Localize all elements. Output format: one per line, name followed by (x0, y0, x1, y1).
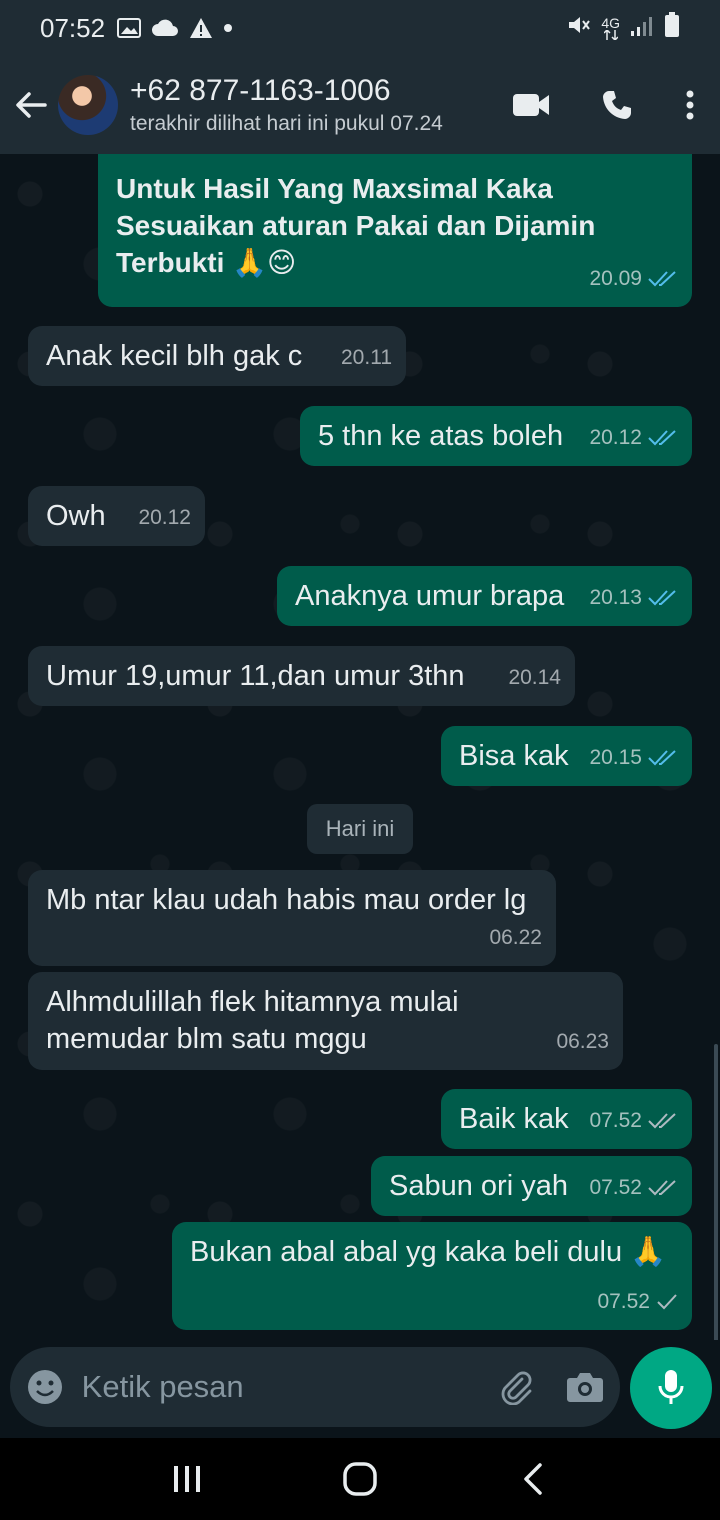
message-bubble-outgoing[interactable]: Bisa kak 20.15 (441, 726, 692, 786)
message-time: 20.15 (589, 746, 642, 769)
more-menu-icon (686, 90, 694, 120)
message-text: Mb ntar klau udah habis mau order lg (46, 884, 527, 916)
message-composer (10, 1347, 620, 1427)
message-time: 06.22 (489, 926, 542, 949)
message-text: Anak kecil blh gak c (46, 340, 303, 372)
mute-icon (565, 13, 591, 44)
message-time: 20.12 (589, 426, 642, 449)
message-time: 20.13 (589, 586, 642, 609)
signal-icon (630, 13, 654, 44)
video-call-button[interactable] (488, 56, 574, 154)
message-bubble-incoming[interactable]: Mb ntar klau udah habis mau order lg 06.… (28, 870, 556, 966)
dot-icon (223, 23, 233, 33)
attach-icon (501, 1371, 531, 1405)
warning-icon (189, 17, 213, 39)
message-bubble-outgoing[interactable]: Untuk Hasil Yang Maxsimal Kaka Sesuaikan… (98, 154, 692, 307)
message-time: 20.11 (341, 346, 392, 369)
double-check-read-icon (648, 429, 678, 447)
message-bubble-outgoing[interactable]: Baik kak 07.52 (441, 1089, 692, 1149)
message-text: Alhmdulillah flek hitamnya mulai memudar… (46, 986, 459, 1055)
battery-icon (664, 11, 680, 45)
message-bubble-incoming[interactable]: Alhmdulillah flek hitamnya mulai memudar… (28, 972, 623, 1070)
home-button[interactable] (300, 1438, 420, 1520)
message-time: 20.12 (138, 506, 191, 529)
camera-button[interactable] (550, 1347, 620, 1427)
video-call-icon (513, 94, 549, 116)
network-4g-icon: 4G (601, 16, 620, 40)
message-bubble-incoming[interactable]: Owh 20.12 (28, 486, 205, 546)
last-seen-status: terakhir dilihat hari ini pukul 07.24 (130, 112, 443, 135)
date-divider: Hari ini (307, 804, 413, 854)
avatar[interactable] (58, 75, 118, 135)
message-time: 20.09 (589, 267, 642, 290)
double-check-read-icon (648, 270, 678, 288)
message-text: Umur 19,umur 11,dan umur 3thn (46, 660, 465, 692)
message-bubble-incoming[interactable]: Umur 19,umur 11,dan umur 3thn 20.14 (28, 646, 575, 706)
voice-message-button[interactable] (630, 1347, 712, 1429)
contact-info[interactable]: +62 877-1163-1006 terakhir dilihat hari … (130, 74, 443, 136)
message-time: 06.23 (556, 1030, 609, 1053)
back-button[interactable] (4, 56, 58, 154)
back-nav-button[interactable] (473, 1438, 593, 1520)
double-check-read-icon (648, 589, 678, 607)
camera-icon (567, 1373, 604, 1402)
chat-area[interactable]: Untuk Hasil Yang Maxsimal Kaka Sesuaikan… (0, 154, 720, 1340)
status-bar: 07:52 4G (0, 0, 720, 56)
home-icon (343, 1462, 377, 1496)
arrow-left-icon (16, 92, 47, 118)
cloud-icon (151, 19, 179, 37)
more-menu-button[interactable] (660, 56, 720, 154)
status-time: 07:52 (40, 12, 106, 43)
message-time: 07.52 (589, 1109, 642, 1132)
message-input[interactable] (79, 1347, 481, 1427)
message-time: 07.52 (589, 1176, 642, 1199)
message-bubble-outgoing[interactable]: Anaknya umur brapa 20.13 (277, 566, 692, 626)
message-bubble-outgoing[interactable]: Bukan abal abal yg kaka beli dulu 🙏 07.5… (172, 1222, 692, 1330)
recent-apps-button[interactable] (127, 1438, 247, 1520)
scrollbar[interactable] (714, 1044, 718, 1340)
double-check-delivered-icon (648, 1112, 678, 1130)
message-bubble-incoming[interactable]: Anak kecil blh gak c 20.11 (28, 326, 406, 386)
contact-name: +62 877-1163-1006 (130, 74, 391, 107)
message-time: 20.14 (508, 666, 561, 689)
system-nav-bar (0, 1438, 720, 1520)
network-label: 4G (601, 15, 620, 31)
check-sent-icon (656, 1293, 678, 1311)
voice-call-button[interactable] (574, 56, 660, 154)
double-check-delivered-icon (648, 1179, 678, 1197)
emoji-button[interactable] (10, 1347, 80, 1427)
recent-apps-icon (173, 1466, 200, 1492)
back-nav-icon (524, 1463, 543, 1495)
mic-icon (658, 1370, 684, 1404)
message-text: Bukan abal abal yg kaka beli dulu 🙏 (190, 1236, 667, 1268)
double-check-read-icon (648, 749, 678, 767)
message-bubble-outgoing[interactable]: 5 thn ke atas boleh 20.12 (300, 406, 692, 466)
chat-header: +62 877-1163-1006 terakhir dilihat hari … (0, 56, 720, 154)
image-icon (117, 18, 142, 38)
voice-call-icon (603, 91, 631, 119)
message-time: 07.52 (597, 1290, 650, 1313)
message-bubble-outgoing[interactable]: Sabun ori yah 07.52 (371, 1156, 692, 1216)
attach-button[interactable] (481, 1347, 551, 1427)
emoji-icon (27, 1370, 62, 1404)
